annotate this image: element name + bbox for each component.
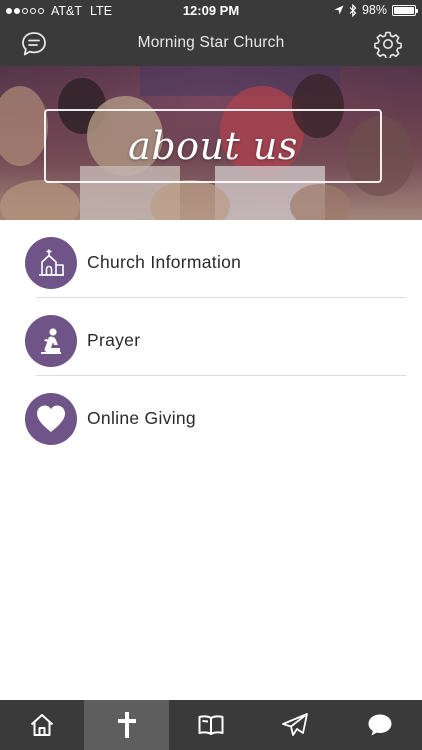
banner-title: about us bbox=[128, 124, 298, 168]
menu-item-label: Online Giving bbox=[87, 408, 196, 428]
kneeling-prayer-icon bbox=[41, 328, 61, 354]
church-icon-badge bbox=[25, 237, 77, 289]
menu-list: Church Information Prayer Online Giving bbox=[0, 220, 422, 454]
home-icon bbox=[31, 714, 54, 736]
location-arrow-icon bbox=[334, 5, 344, 15]
status-right: 98% bbox=[334, 3, 418, 17]
tab-cross[interactable] bbox=[84, 700, 169, 750]
church-icon bbox=[39, 249, 64, 276]
speech-bubble-icon bbox=[368, 714, 392, 736]
menu-item-church-information[interactable]: Church Information bbox=[0, 220, 422, 298]
paper-plane-icon bbox=[282, 713, 309, 736]
bluetooth-icon bbox=[349, 3, 357, 17]
settings-button[interactable] bbox=[372, 28, 404, 60]
menu-item-prayer[interactable]: Prayer bbox=[0, 298, 422, 376]
cross-icon bbox=[117, 712, 136, 738]
gear-icon bbox=[374, 31, 402, 58]
menu-item-online-giving[interactable]: Online Giving bbox=[0, 376, 422, 454]
tab-home[interactable] bbox=[0, 700, 84, 750]
banner-frame: about us bbox=[44, 109, 382, 183]
menu-item-label: Prayer bbox=[87, 330, 141, 350]
battery-icon bbox=[392, 4, 418, 16]
menu-item-label: Church Information bbox=[87, 252, 242, 272]
bottom-tab-bar bbox=[0, 700, 422, 750]
tab-messages[interactable] bbox=[338, 700, 422, 750]
nav-header: Morning Star Church bbox=[0, 22, 422, 66]
tab-send[interactable] bbox=[253, 700, 337, 750]
about-us-banner: about us bbox=[0, 66, 422, 220]
page-title: Morning Star Church bbox=[137, 34, 285, 51]
battery-percent: 98% bbox=[361, 3, 387, 17]
giving-icon-badge bbox=[25, 393, 77, 445]
tab-bible[interactable] bbox=[169, 700, 253, 750]
prayer-icon-badge bbox=[25, 315, 77, 367]
heart-icon bbox=[37, 405, 65, 432]
status-bar: AT&T LTE 12:09 PM 98% bbox=[0, 0, 422, 22]
battery-fill bbox=[394, 6, 414, 14]
book-icon bbox=[198, 715, 224, 735]
